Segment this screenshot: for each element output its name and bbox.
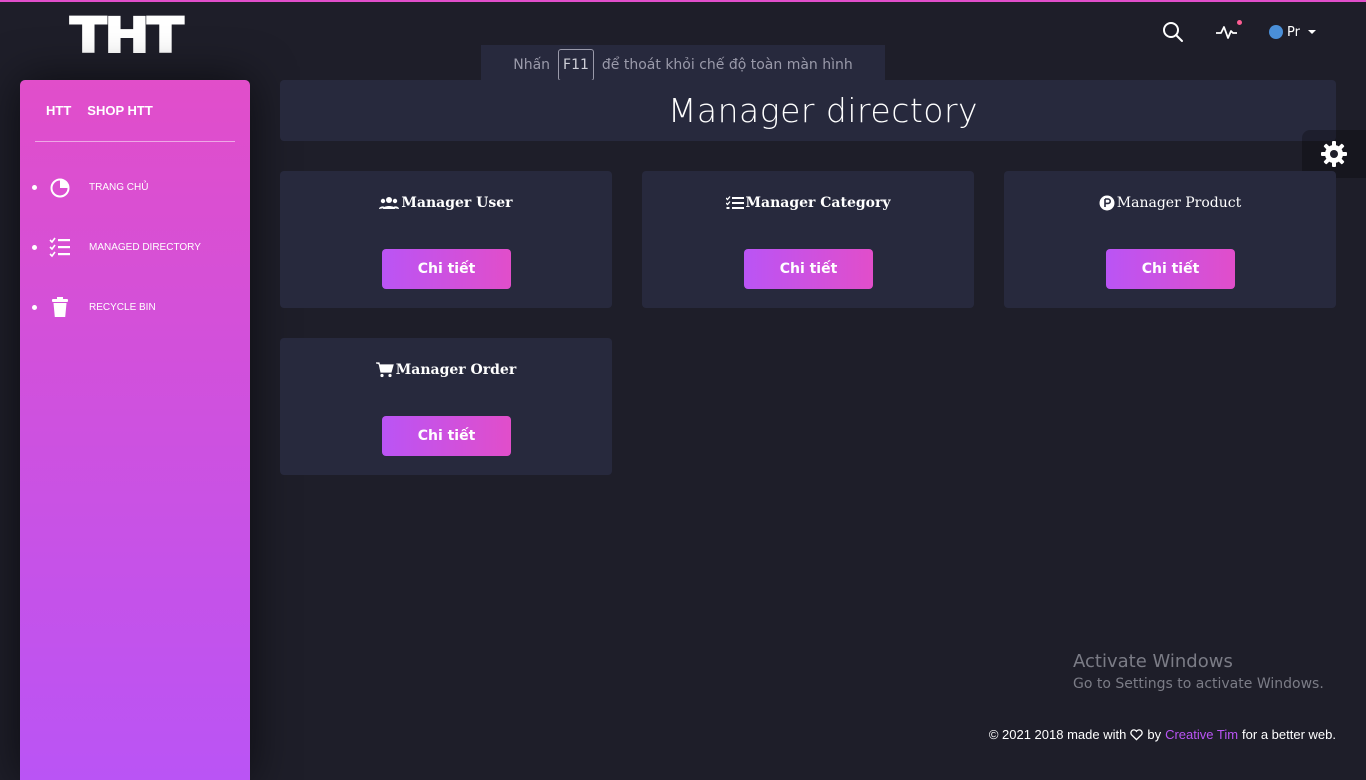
details-button-category[interactable]: Chi tiết <box>744 249 873 289</box>
checklist-icon <box>49 236 71 258</box>
windows-activation-watermark: Activate Windows Go to Settings to activ… <box>1073 651 1324 692</box>
sidebar-item-label: TRANG CHỦ <box>89 181 149 193</box>
sidebar-item-label: RECYCLE BIN <box>89 301 156 313</box>
details-button-product[interactable]: Chi tiết <box>1106 249 1235 289</box>
fullscreen-notice-prefix: Nhấn <box>513 57 551 73</box>
sidebar-item-managed-directory[interactable]: MANAGED DIRECTORY <box>20 232 250 262</box>
list-icon <box>725 196 744 209</box>
avatar <box>1269 25 1284 39</box>
details-button-user[interactable]: Chi tiết <box>382 249 511 289</box>
creative-tim-link[interactable]: Creative Tim <box>1165 727 1238 742</box>
card-title-text: Manager Order <box>395 362 517 378</box>
footer-suffix: for a better web. <box>1242 727 1336 742</box>
details-button-order[interactable]: Chi tiết <box>382 416 511 456</box>
card-title-text: Manager User <box>401 195 513 211</box>
sidebar-item-home[interactable]: TRANG CHỦ <box>20 172 250 202</box>
sidebar-item-recycle-bin[interactable]: RECYCLE BIN <box>20 292 250 322</box>
fullscreen-key: F11 <box>558 49 594 81</box>
card-manager-user: Manager User Chi tiết <box>280 171 612 308</box>
sidebar-brand[interactable]: HTT SHOP HTT <box>46 103 153 118</box>
navbar-icons: Pr <box>1161 20 1316 44</box>
card-manager-product: Manager Product Chi tiết <box>1004 171 1336 308</box>
bullet <box>32 244 37 250</box>
watermark-line-1: Activate Windows <box>1073 651 1233 672</box>
top-accent-line <box>0 0 1366 2</box>
card-title: Manager Product <box>1004 195 1336 211</box>
notification-dot <box>1237 20 1243 25</box>
brand-short[interactable]: HTT <box>46 103 71 118</box>
bullet <box>32 304 37 310</box>
fullscreen-notice-suffix: để thoát khỏi chế độ toàn màn hình <box>601 57 853 73</box>
chevron-down-icon <box>1308 30 1316 34</box>
fullscreen-notice: Nhấn F11 để thoát khỏi chế độ toàn màn h… <box>481 45 885 85</box>
card-manager-category: Manager Category Chi tiết <box>642 171 974 308</box>
watermark-line-2: Go to Settings to activate Windows. <box>1073 676 1324 692</box>
card-title: Manager User <box>280 195 612 211</box>
profile-dropdown[interactable]: Pr <box>1269 25 1316 40</box>
product-icon <box>1099 195 1115 211</box>
logo[interactable]: THT <box>69 11 185 61</box>
search-icon[interactable] <box>1161 20 1185 44</box>
cart-icon <box>375 362 394 378</box>
card-title-text: Manager Category <box>745 195 891 211</box>
avatar-alt-text: Pr <box>1287 24 1300 40</box>
page-title: Manager directory <box>667 91 979 130</box>
brand-full[interactable]: SHOP HTT <box>87 103 153 118</box>
bullet <box>32 184 37 190</box>
gear-icon <box>1321 141 1347 167</box>
sidebar: HTT SHOP HTT TRANG CHỦ MANAGED DIRECTORY <box>20 80 250 780</box>
footer-prefix: © 2021 2018 made with <box>988 727 1127 742</box>
sidebar-divider <box>35 141 235 142</box>
sidebar-item-label: MANAGED DIRECTORY <box>89 241 201 253</box>
card-title: Manager Category <box>642 195 974 211</box>
trash-icon <box>49 296 71 318</box>
activity-icon[interactable] <box>1215 20 1243 44</box>
users-icon <box>379 197 400 209</box>
heart-icon <box>1130 728 1144 741</box>
footer: © 2021 2018 made with by Creative Tim fo… <box>989 727 1336 742</box>
pie-chart-icon <box>49 176 71 198</box>
card-title: Manager Order <box>280 362 612 378</box>
card-manager-order: Manager Order Chi tiết <box>280 338 612 475</box>
page-header-card: Manager directory <box>280 80 1336 141</box>
footer-by: by <box>1147 727 1162 742</box>
card-title-text: Manager Product <box>1116 195 1242 211</box>
